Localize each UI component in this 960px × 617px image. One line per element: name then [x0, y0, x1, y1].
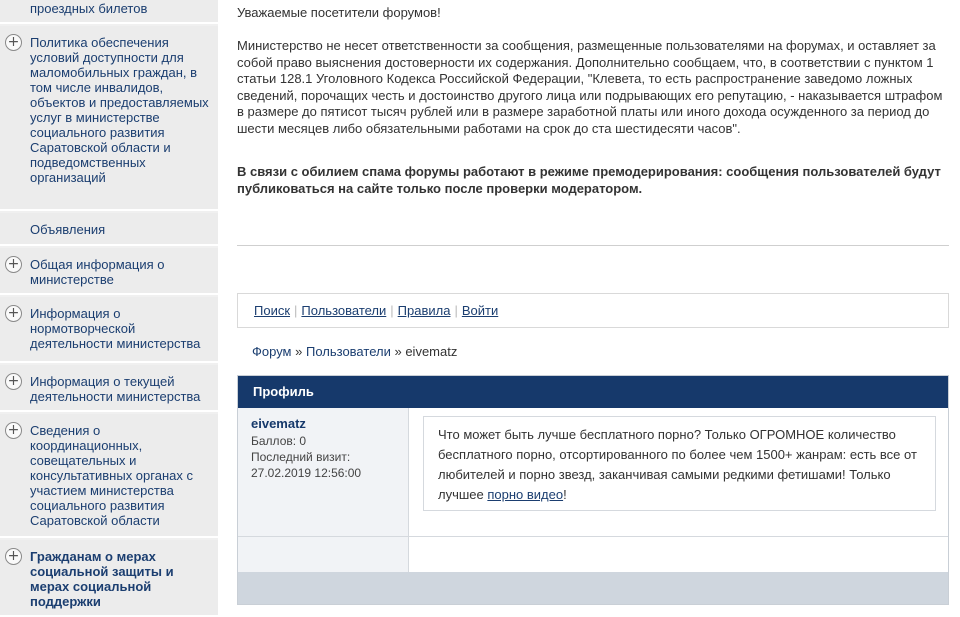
- forum-nav-bar: Поиск | Пользователи | Правила | Войти: [237, 293, 949, 328]
- sidebar-nav: проездных билетов + Политика обеспечения…: [0, 0, 218, 617]
- sidebar-item-tickets[interactable]: проездных билетов: [0, 0, 218, 24]
- breadcrumb-current: eivematz: [405, 344, 458, 359]
- profile-last-visit-label: Последний визит:: [251, 450, 351, 464]
- notice-disclaimer: Министерство не несет ответственности за…: [237, 38, 943, 136]
- sidebar-item-label: Объявления: [30, 222, 106, 237]
- post-end: !: [563, 487, 567, 502]
- divider: [237, 245, 949, 246]
- profile-username: eivematz: [251, 416, 306, 431]
- expand-plus-icon[interactable]: +: [5, 256, 22, 273]
- profile-last-visit: 27.02.2019 12:56:00: [251, 466, 362, 480]
- post-link[interactable]: порно видео: [487, 487, 563, 502]
- sidebar-item-coordination-bodies[interactable]: + Сведения о координационных, совещатель…: [0, 414, 218, 538]
- profile-panel: Профиль eivematz Баллов: 0 Последний виз…: [237, 375, 949, 605]
- sidebar-item-label: Информация о текущей деятельности минист…: [30, 374, 201, 404]
- sidebar-item-label: Гражданам о мерах социальной защиты и ме…: [30, 549, 174, 609]
- sidebar-item-general-info[interactable]: + Общая информация о министерстве: [0, 248, 218, 295]
- sidebar-item-announcements[interactable]: Объявления: [0, 213, 218, 246]
- row-divider: [238, 536, 948, 537]
- nav-search-link[interactable]: Поиск: [254, 303, 290, 318]
- nav-users-link[interactable]: Пользователи: [301, 303, 386, 318]
- separator: |: [390, 303, 394, 318]
- spam-warning: В связи с обилием спама форумы работают …: [237, 164, 941, 196]
- nav-login-link[interactable]: Войти: [462, 303, 498, 318]
- sidebar-item-label: Сведения о координационных, совещательны…: [30, 423, 193, 528]
- nav-rules-link[interactable]: Правила: [398, 303, 451, 318]
- breadcrumb-forum-link[interactable]: Форум: [252, 344, 292, 359]
- sidebar-item-label: проездных билетов: [30, 1, 148, 16]
- expand-plus-icon[interactable]: +: [5, 373, 22, 390]
- profile-header: Профиль: [238, 376, 948, 408]
- separator: |: [294, 303, 298, 318]
- profile-post: Что может быть лучше бесплатного порно? …: [423, 416, 936, 511]
- sidebar-item-rulemaking[interactable]: + Информация о нормотворческой деятельно…: [0, 297, 218, 363]
- expand-plus-icon[interactable]: +: [5, 548, 22, 565]
- breadcrumb-users-link[interactable]: Пользователи: [306, 344, 391, 359]
- profile-user-info: eivematz Баллов: 0 Последний визит: 27.0…: [238, 408, 409, 572]
- sidebar-item-label: Информация о нормотворческой деятельност…: [30, 306, 201, 351]
- separator: |: [454, 303, 458, 318]
- breadcrumb-separator: »: [295, 344, 303, 359]
- profile-meta: Баллов: 0 Последний визит: 27.02.2019 12…: [251, 433, 361, 481]
- breadcrumb-separator: »: [394, 344, 402, 359]
- sidebar-item-social-protection[interactable]: + Гражданам о мерах социальной защиты и …: [0, 540, 218, 617]
- breadcrumb: Форум » Пользователи » eivematz: [252, 344, 457, 359]
- sidebar-item-current-activity[interactable]: + Информация о текущей деятельности мини…: [0, 365, 218, 412]
- notice-greeting: Уважаемые посетители форумов!: [237, 5, 441, 20]
- expand-plus-icon[interactable]: +: [5, 422, 22, 439]
- profile-points: Баллов: 0: [251, 434, 307, 448]
- sidebar-item-label: Общая информация о министерстве: [30, 257, 165, 287]
- sidebar-item-label: Политика обеспечения условий доступности…: [30, 35, 209, 185]
- sidebar-item-accessibility-policy[interactable]: + Политика обеспечения условий доступнос…: [0, 26, 218, 211]
- profile-footer-bar: [238, 572, 948, 604]
- expand-plus-icon[interactable]: +: [5, 305, 22, 322]
- expand-plus-icon[interactable]: +: [5, 34, 22, 51]
